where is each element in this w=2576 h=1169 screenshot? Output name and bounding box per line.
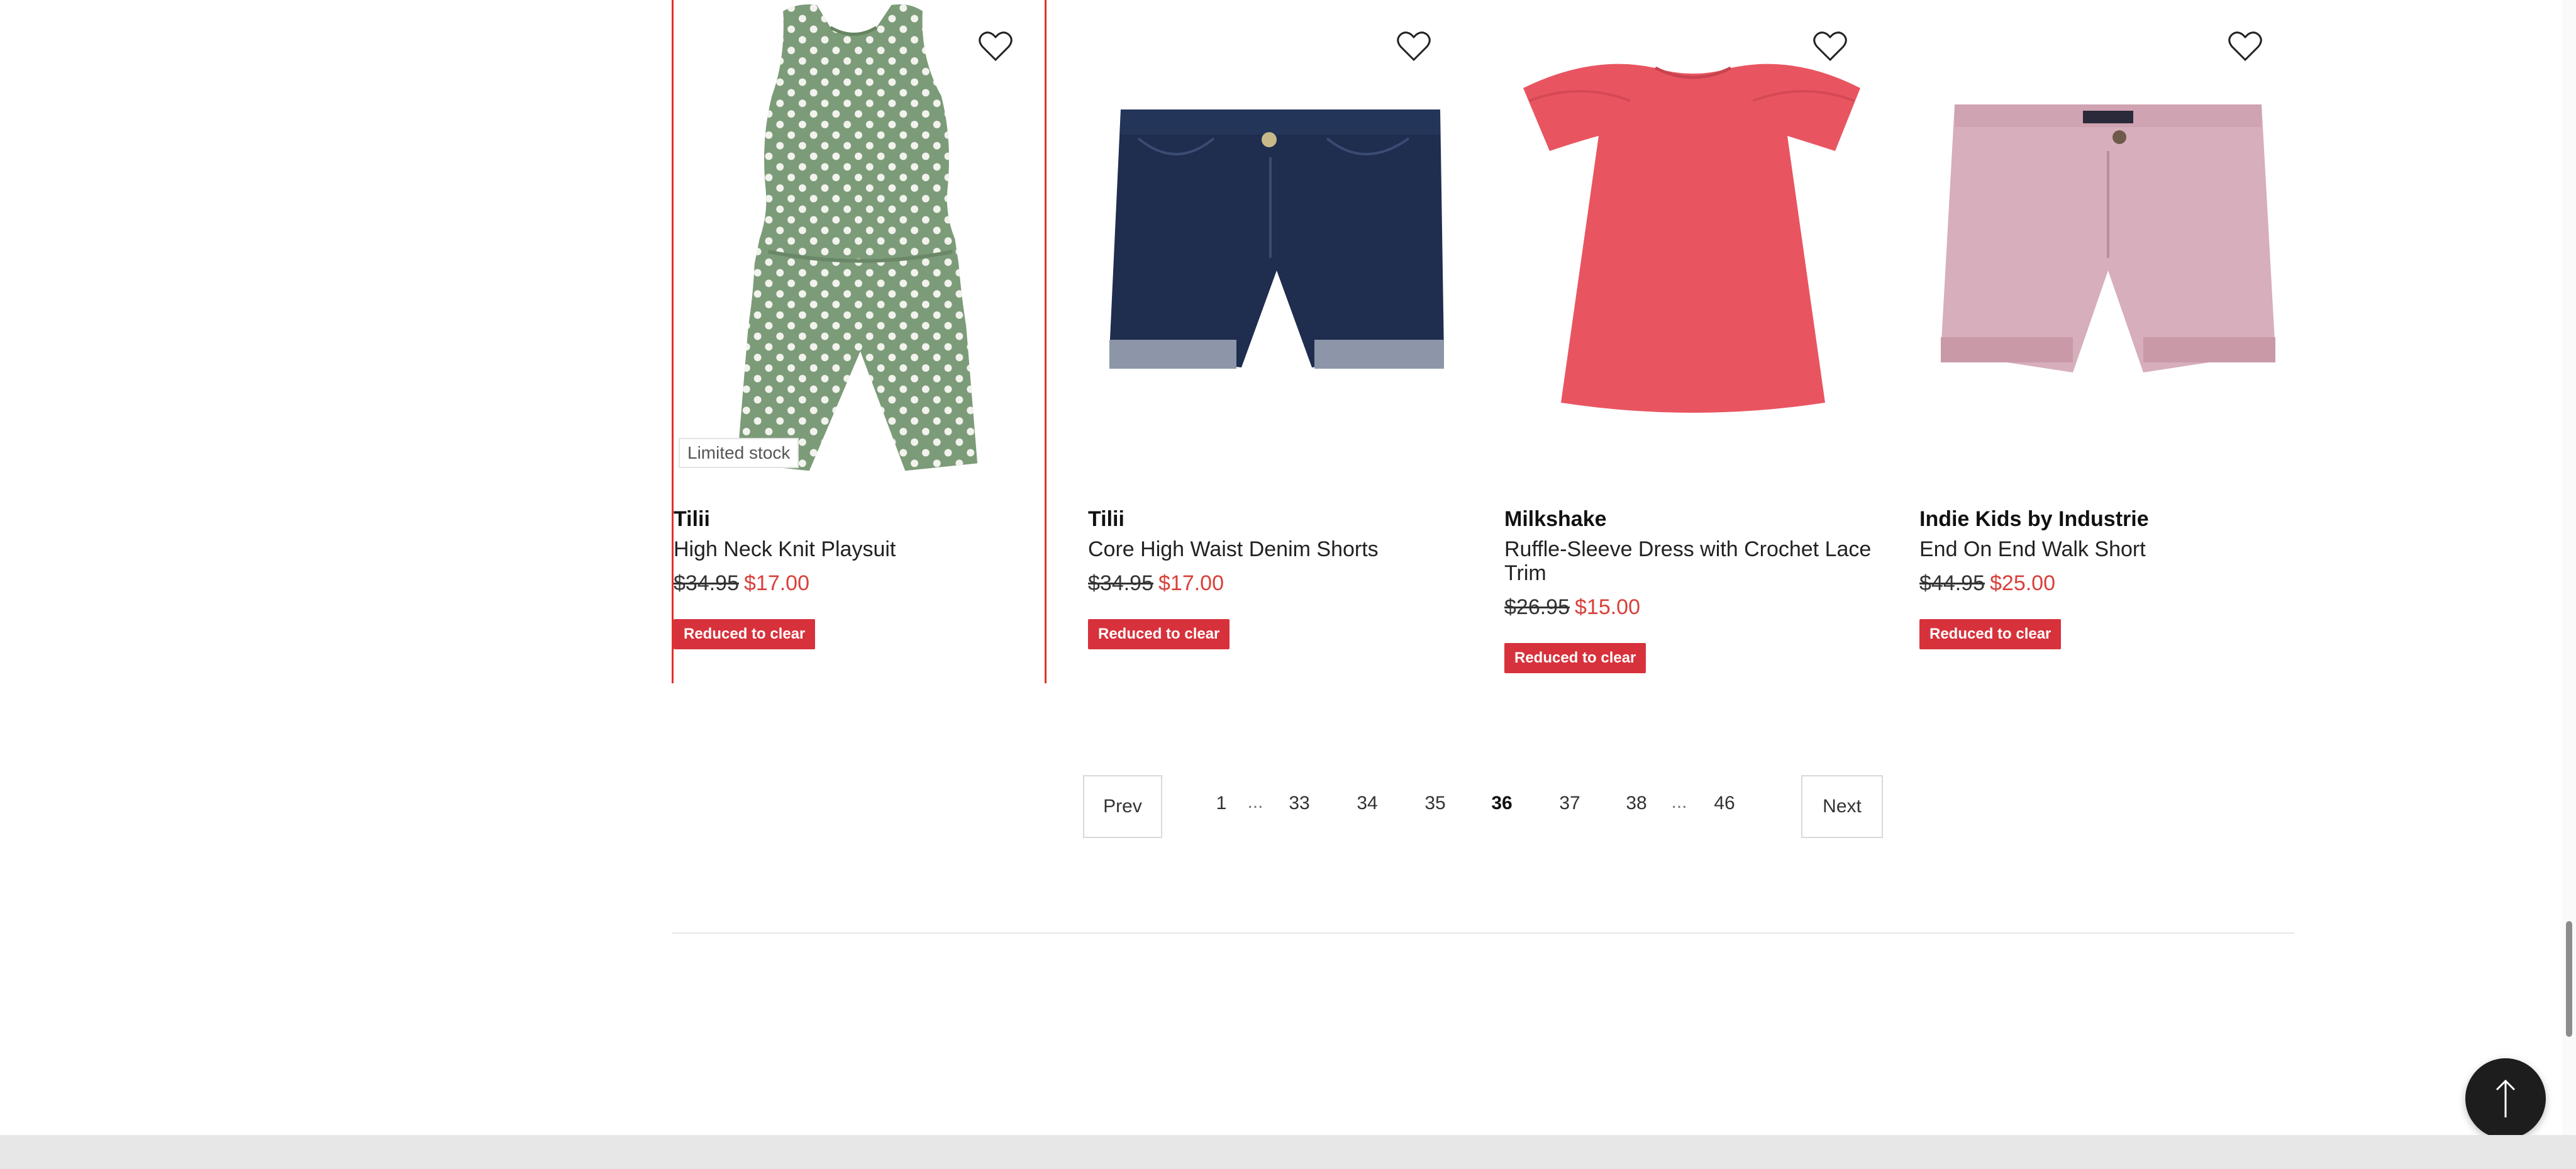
product-brand[interactable]: Indie Kids by Industrie [1919, 507, 2149, 532]
reduced-to-clear-tag: Reduced to clear [1504, 643, 1646, 673]
product-name[interactable]: Core High Waist Denim Shorts [1088, 537, 1459, 561]
playsuit-image [674, 2, 1045, 483]
product-name[interactable]: High Neck Knit Playsuit [674, 537, 1045, 561]
sale-price: $17.00 [1158, 571, 1224, 595]
product-image-denim-shorts[interactable] [1088, 0, 1463, 484]
original-price: $44.95 [1919, 571, 1985, 595]
wishlist-button[interactable] [972, 23, 1019, 70]
product-image-walk-shorts[interactable] [1919, 0, 2294, 484]
heart-outline-icon [1813, 31, 1847, 62]
reduced-to-clear-tag: Reduced to clear [674, 619, 816, 649]
page-link-current[interactable]: 36 [1483, 793, 1521, 814]
denim-shorts-image [1088, 0, 1463, 484]
next-page-button[interactable]: Next [1801, 775, 1883, 838]
walk-shorts-image [1919, 0, 2294, 484]
reduced-to-clear-tag: Reduced to clear [1088, 619, 1230, 649]
page-link-35[interactable]: 35 [1416, 793, 1454, 814]
arrow-up-icon [2496, 1079, 2516, 1117]
price-row: $44.95 $25.00 [1919, 571, 2055, 596]
product-card[interactable]: Limited stock Tilii High Neck Knit Plays… [672, 0, 1046, 683]
product-card[interactable]: Indie Kids by Industrie End On End Walk … [1919, 0, 2294, 683]
page-link-46[interactable]: 46 [1706, 793, 1743, 814]
product-brand[interactable]: Tilii [1088, 507, 1124, 532]
page-link-1[interactable]: 1 [1202, 793, 1240, 814]
sale-price: $15.00 [1575, 595, 1640, 619]
page-link-33[interactable]: 33 [1280, 793, 1318, 814]
heart-outline-icon [1397, 31, 1431, 62]
wishlist-button[interactable] [1806, 23, 1854, 70]
wishlist-button[interactable] [1390, 23, 1438, 70]
product-card[interactable]: Tilii Core High Waist Denim Shorts $34.9… [1088, 0, 1463, 683]
original-price: $34.95 [1088, 571, 1153, 595]
sale-price: $17.00 [744, 571, 809, 595]
reduced-to-clear-tag: Reduced to clear [1919, 619, 2062, 649]
price-row: $34.95 $17.00 [1088, 571, 1224, 596]
page-link-37[interactable]: 37 [1551, 793, 1589, 814]
heart-outline-icon [979, 31, 1013, 62]
scrollbar-thumb[interactable] [2566, 921, 2572, 1037]
product-card[interactable]: Milkshake Ruffle-Sleeve Dress with Croch… [1504, 0, 1879, 683]
original-price: $34.95 [674, 571, 739, 595]
scroll-to-top-button[interactable] [2465, 1058, 2546, 1139]
sale-price: $25.00 [1990, 571, 2055, 595]
pagination-ellipsis: ... [1247, 791, 1263, 812]
ruffle-dress-image [1504, 0, 1879, 484]
prev-page-button[interactable]: Prev [1083, 775, 1162, 838]
product-name[interactable]: Ruffle-Sleeve Dress with Crochet Lace Tr… [1504, 537, 1875, 585]
footer-band [0, 1135, 2576, 1169]
product-name[interactable]: End On End Walk Short [1919, 537, 2290, 561]
heart-outline-icon [2228, 31, 2262, 62]
pagination-ellipsis: ... [1671, 791, 1687, 812]
page-link-38[interactable]: 38 [1618, 793, 1655, 814]
original-price: $26.95 [1504, 595, 1570, 619]
wishlist-button[interactable] [2221, 23, 2269, 70]
product-image-playsuit[interactable] [674, 0, 1045, 484]
price-row: $26.95 $15.00 [1504, 595, 1640, 620]
page-link-34[interactable]: 34 [1348, 793, 1386, 814]
product-image-ruffle-dress[interactable] [1504, 0, 1879, 484]
product-brand[interactable]: Milkshake [1504, 507, 1607, 532]
price-row: $34.95 $17.00 [674, 571, 809, 596]
product-brand[interactable]: Tilii [674, 507, 710, 532]
limited-stock-badge: Limited stock [679, 438, 799, 468]
section-divider [672, 932, 2294, 934]
product-listing-page: Limited stock Tilii High Neck Knit Plays… [0, 0, 2576, 1169]
